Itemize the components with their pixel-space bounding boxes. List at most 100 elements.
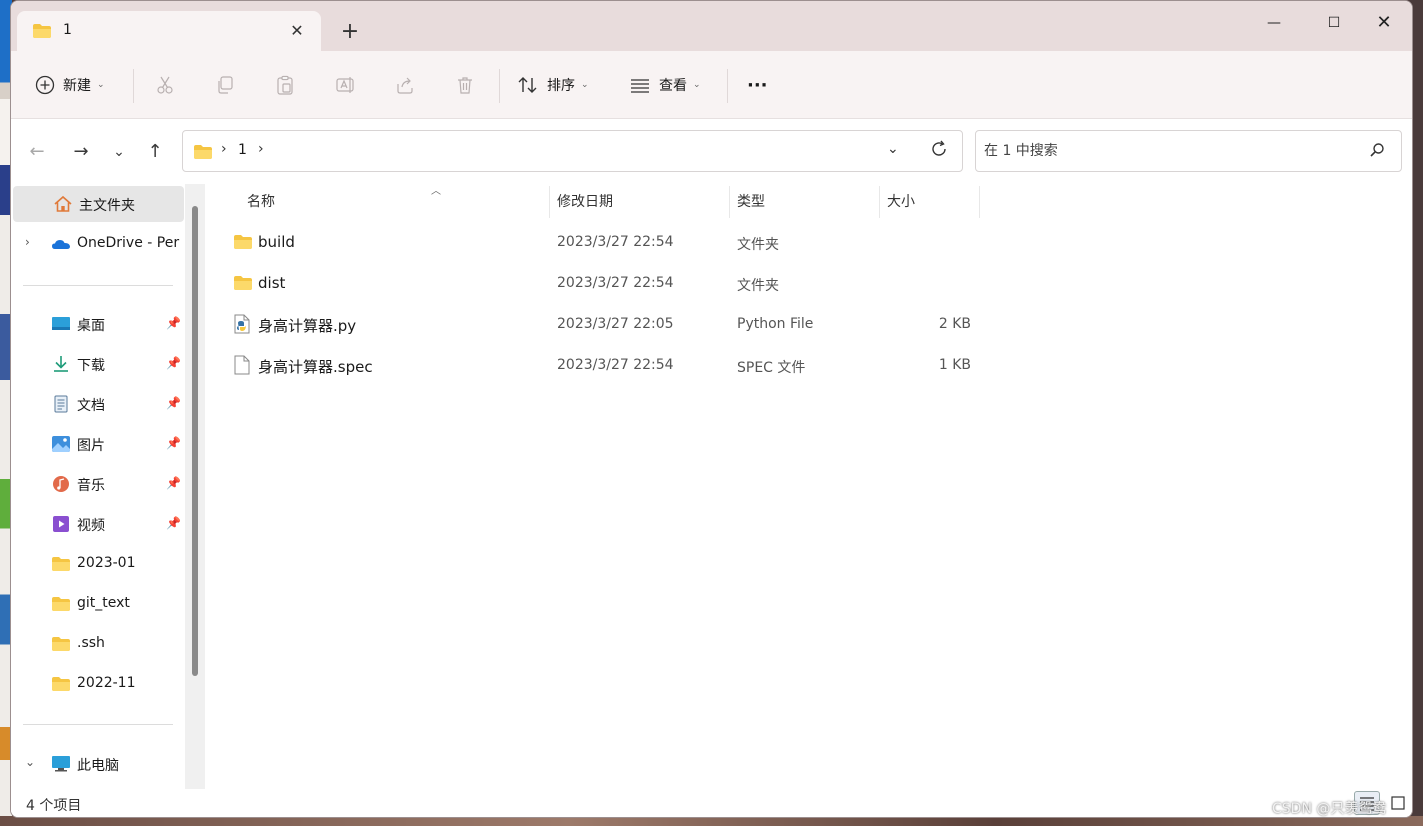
chevron-down-icon: ⌄ [693,80,701,90]
sidebar-item-folder[interactable]: 2022-11 [11,666,184,702]
rename-button[interactable] [335,69,357,101]
sidebar-item-label: 音乐 [77,478,105,494]
folder-icon [234,235,252,249]
column-header-type[interactable]: 类型 [737,184,877,218]
file-row[interactable]: 身高计算器.py 2023/3/27 22:05 Python File 2 K… [223,305,983,345]
sidebar-item-videos[interactable]: 视频 📌 [11,506,184,542]
more-options-button[interactable]: ··· [747,69,768,101]
chevron-down-icon[interactable]: ⌄ [25,755,35,769]
address-history-chevron-icon[interactable]: ⌄ [887,141,899,157]
column-header-date[interactable]: 修改日期 [557,184,727,218]
sidebar-item-label: 2023-01 [77,555,136,571]
sidebar-item-desktop[interactable]: 桌面 📌 [11,306,184,342]
column-divider[interactable] [729,186,730,218]
title-bar: 1 ✕ + — ☐ ✕ [11,1,1412,51]
file-row[interactable]: build 2023/3/27 22:54 文件夹 [223,223,983,263]
tab-active[interactable]: 1 ✕ [17,11,321,51]
folder-icon [33,24,51,38]
sidebar-item-music[interactable]: 音乐 📌 [11,466,184,502]
sidebar-item-label: 下载 [77,358,105,374]
trash-icon [458,77,472,94]
column-header-label: 名称 [247,194,275,210]
toolbar-divider [727,69,728,103]
column-divider[interactable] [879,186,880,218]
back-arrow-icon[interactable]: ← [25,140,49,164]
refresh-icon[interactable] [929,139,949,159]
tab-close-icon[interactable]: ✕ [285,19,309,43]
sort-button[interactable]: 排序 ⌄ [517,69,589,101]
tab-title: 1 [63,22,72,38]
tiles-view-icon [1391,796,1405,810]
sidebar-divider [23,724,173,725]
file-date: 2023/3/27 22:54 [557,275,674,291]
sidebar-divider [23,285,173,286]
address-bar[interactable]: › 1 › ⌄ [182,130,963,172]
column-divider[interactable] [549,186,550,218]
folder-icon [52,637,70,651]
folder-icon [234,276,252,290]
sort-button-label: 排序 [547,78,575,94]
column-header-name[interactable]: 名称 ︿ [247,184,547,218]
minimize-button[interactable]: — [1251,7,1297,39]
copy-button[interactable] [215,69,235,101]
pin-icon: 📌 [166,516,181,530]
file-list: 名称 ︿ 修改日期 类型 大小 build 2023/3/27 22:54 文件… [205,184,1412,789]
file-row[interactable]: dist 2023/3/27 22:54 文件夹 [223,264,983,304]
up-arrow-icon[interactable]: ↑ [143,140,167,164]
pin-icon: 📌 [166,356,181,370]
column-header-size[interactable]: 大小 [887,184,977,218]
close-window-button[interactable]: ✕ [1361,7,1407,39]
breadcrumb-separator-icon[interactable]: › [258,141,264,157]
cut-button[interactable] [155,69,175,101]
breadcrumb-separator-icon[interactable]: › [221,141,227,157]
search-icon[interactable] [1368,141,1386,159]
search-input[interactable] [984,140,1354,162]
column-divider[interactable] [979,186,980,218]
pictures-icon [52,436,70,452]
view-button[interactable]: 查看 ⌄ [629,69,701,101]
delete-button[interactable] [455,69,475,101]
folder-icon [52,557,70,571]
videos-icon [53,516,69,532]
onedrive-cloud-icon [52,240,70,249]
sort-icon [518,77,537,93]
sidebar-item-label: 图片 [77,438,105,454]
column-header-label: 类型 [737,194,765,210]
maximize-button[interactable]: ☐ [1311,7,1357,39]
new-tab-button[interactable]: + [337,19,363,45]
recent-locations-chevron-icon[interactable]: ⌄ [107,140,131,164]
sidebar-item-this-pc[interactable]: ⌄ 此电脑 [11,746,184,782]
sidebar-item-folder[interactable]: 2023-01 [11,546,184,582]
tiles-view-button[interactable] [1389,794,1409,814]
new-button-label: 新建 [63,78,91,94]
file-size: 2 KB [938,316,971,332]
breadcrumb-item[interactable]: 1 [238,142,247,158]
search-box [975,130,1402,172]
sidebar-scrollbar-thumb[interactable] [192,206,198,676]
sidebar-item-home[interactable]: 主文件夹 [13,186,184,222]
file-row[interactable]: 身高计算器.spec 2023/3/27 22:54 SPEC 文件 1 KB [223,346,983,386]
sidebar-item-folder[interactable]: .ssh [11,626,184,662]
sidebar-item-documents[interactable]: 文档 📌 [11,386,184,422]
paste-button[interactable] [275,69,295,101]
chevron-right-icon[interactable]: › [25,235,30,249]
python-file-icon [234,314,250,334]
toolbar-divider [133,69,134,103]
forward-arrow-icon[interactable]: → [69,140,93,164]
rename-icon [336,77,354,93]
item-count: 4 个项目 [26,798,82,814]
sidebar-item-label: 文档 [77,398,105,414]
file-explorer-window: 1 ✕ + — ☐ ✕ 新建 ⌄ 排序 ⌄ 查看 ⌄ ··· ← → ⌄ ↑ ›… [10,0,1413,818]
chevron-down-icon: ⌄ [97,80,105,90]
sidebar-item-downloads[interactable]: 下载 📌 [11,346,184,382]
more-icon: ··· [747,74,768,96]
download-icon [54,356,68,372]
sidebar-item-pictures[interactable]: 图片 📌 [11,426,184,462]
file-name: dist [258,274,286,292]
sidebar-item-onedrive[interactable]: › OneDrive - Per [11,226,184,262]
sidebar-item-folder[interactable]: git_text [11,586,184,622]
file-size: 1 KB [938,357,971,373]
new-button[interactable]: 新建 ⌄ [35,69,105,101]
share-button[interactable] [395,69,415,101]
sidebar-item-label: 视频 [77,518,105,534]
